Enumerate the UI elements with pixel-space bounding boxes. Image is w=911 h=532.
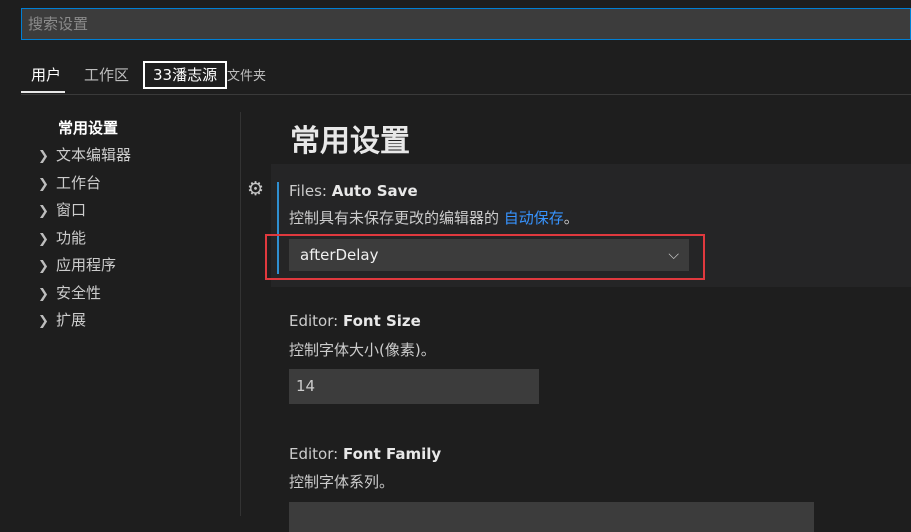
chevron-right-icon: ❯ — [38, 232, 49, 247]
toc-item-extensions[interactable]: ❯ 扩展 — [38, 309, 86, 330]
toc-item-workbench[interactable]: ❯ 工作台 — [38, 172, 101, 193]
chevron-right-icon: ❯ — [38, 204, 49, 219]
toc-item-features[interactable]: ❯ 功能 — [38, 227, 86, 248]
toc-item-label: 应用程序 — [56, 256, 117, 274]
search-settings-input[interactable]: 搜索设置 — [21, 8, 911, 40]
setting-title-font-size: Editor: Font Size — [289, 312, 421, 330]
font-family-input[interactable] — [289, 502, 814, 532]
description-end: 。 — [563, 209, 579, 227]
annotation-name-box: 33潘志源 — [143, 61, 228, 89]
setting-category: Editor: — [289, 445, 343, 463]
toc-item-label: 扩展 — [56, 311, 87, 329]
setting-name: Font Size — [342, 312, 421, 330]
tab-user[interactable]: 用户 — [31, 64, 61, 85]
chevron-right-icon: ❯ — [38, 259, 49, 274]
setting-title-auto-save: Files: Auto Save — [289, 182, 418, 200]
toc-item-window[interactable]: ❯ 窗口 — [38, 199, 86, 220]
settings-scope-tabs: 用户 工作区 33潘志源 文件夹 — [21, 60, 911, 95]
toc-item-common[interactable]: 常用设置 — [58, 117, 118, 138]
chevron-right-icon: ❯ — [38, 287, 49, 302]
setting-description-auto-save: 控制具有未保存更改的编辑器的 自动保存。 — [289, 207, 579, 228]
chevron-right-icon: ❯ — [38, 149, 49, 164]
toc-item-security[interactable]: ❯ 安全性 — [38, 282, 101, 303]
setting-title-font-family: Editor: Font Family — [289, 445, 441, 463]
toc-item-label: 工作台 — [56, 174, 102, 192]
setting-description-font-size: 控制字体大小(像素)。 — [289, 341, 436, 359]
setting-category: Editor: — [289, 312, 343, 330]
page-title: 常用设置 — [290, 124, 410, 159]
active-tab-indicator — [21, 91, 65, 93]
setting-name: Auto Save — [331, 182, 418, 200]
toc-item-label: 文本编辑器 — [56, 146, 132, 164]
toc-item-label: 安全性 — [56, 284, 102, 302]
chevron-right-icon: ❯ — [38, 177, 49, 192]
toc-item-label: 功能 — [56, 229, 87, 247]
setting-name: Font Family — [342, 445, 442, 463]
gear-icon[interactable]: ⚙ — [247, 178, 264, 200]
toc-item-label: 窗口 — [56, 201, 87, 219]
setting-category: Files: — [289, 182, 332, 200]
setting-description-font-family: 控制字体系列。 — [289, 473, 395, 491]
tab-folder[interactable]: 文件夹 — [227, 65, 266, 84]
font-size-input[interactable]: 14 — [289, 369, 539, 404]
toc-item-text-editor[interactable]: ❯ 文本编辑器 — [38, 144, 131, 165]
auto-save-link[interactable]: 自动保存 — [504, 209, 564, 227]
toc-item-application[interactable]: ❯ 应用程序 — [38, 254, 116, 275]
description-text: 控制具有未保存更改的编辑器的 — [289, 209, 504, 227]
chevron-right-icon: ❯ — [38, 314, 49, 329]
highlight-annotation-box — [265, 234, 705, 280]
tab-workspace[interactable]: 工作区 — [84, 64, 129, 85]
settings-editor: 常用设置 ⚙ Files: Auto Save 控制具有未保存更改的编辑器的 自… — [241, 96, 911, 532]
